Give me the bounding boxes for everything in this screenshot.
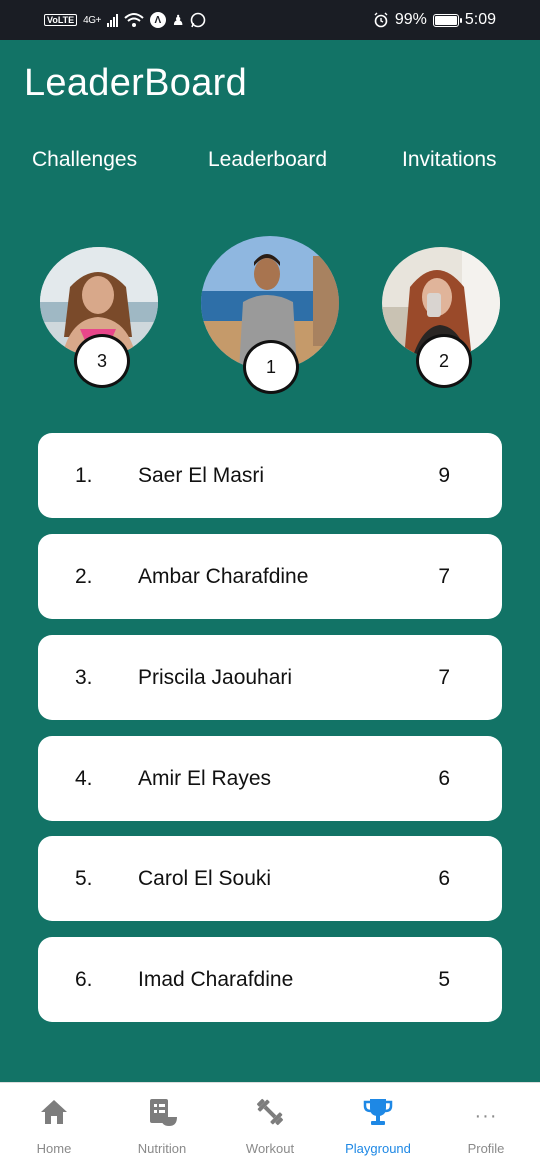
rank-badge-center: 1 <box>243 340 299 394</box>
alarm-icon <box>374 12 388 28</box>
tab-challenges[interactable]: Challenges <box>32 148 137 172</box>
leaderboard-row[interactable]: 2. Ambar Charafdine 7 <box>38 534 502 619</box>
nav-nutrition[interactable]: Nutrition <box>108 1083 216 1156</box>
clock: 5:09 <box>464 11 496 28</box>
row-score: 5 <box>438 967 450 991</box>
status-bar-right: 99% 5:09 <box>373 11 496 29</box>
signal-icon <box>106 13 118 27</box>
battery-percent: 99% <box>394 11 427 28</box>
nav-workout-label: Workout <box>245 1141 295 1156</box>
bottom-nav: Home Nutrition Workout Playground ··· Pr… <box>0 1082 540 1156</box>
dumbbell-icon <box>256 1098 284 1126</box>
row-score: 9 <box>438 463 450 487</box>
row-name: Priscila Jaouhari <box>138 665 293 689</box>
activity-icon: ♟ <box>171 11 185 28</box>
rank-badge-left: 3 <box>74 334 130 388</box>
leaderboard-row[interactable]: 5. Carol El Souki 6 <box>38 836 502 921</box>
more-dots-icon: ··· <box>474 1105 498 1127</box>
row-position: 4. <box>75 766 93 790</box>
row-name: Imad Charafdine <box>138 967 294 991</box>
tab-invitations[interactable]: Invitations <box>402 148 497 172</box>
row-name: Carol El Souki <box>138 866 272 890</box>
row-score: 6 <box>438 866 450 890</box>
home-icon <box>41 1100 67 1124</box>
row-score: 7 <box>438 564 450 588</box>
battery-icon <box>432 13 462 27</box>
leaderboard-row[interactable]: 6. Imad Charafdine 5 <box>38 937 502 1022</box>
row-position: 3. <box>75 665 93 689</box>
nav-playground[interactable]: Playground <box>324 1083 432 1156</box>
status-bar: VoLTE 4G+ Λ ♟ 99% 5:09 <box>0 0 540 40</box>
trophy-icon <box>363 1099 393 1125</box>
rank-badge-right: 2 <box>416 334 472 388</box>
row-score: 7 <box>438 665 450 689</box>
nav-workout[interactable]: Workout <box>216 1083 324 1156</box>
row-position: 5. <box>75 866 93 890</box>
wifi-icon <box>124 13 144 27</box>
status-bar-left: VoLTE 4G+ Λ ♟ <box>44 12 206 29</box>
leaderboard-row[interactable]: 3. Priscila Jaouhari 7 <box>38 635 502 720</box>
leaderboard-row[interactable]: 1. Saer El Masri 9 <box>38 433 502 518</box>
row-name: Saer El Masri <box>138 463 265 487</box>
row-score: 6 <box>438 766 450 790</box>
row-name: Amir El Rayes <box>138 766 272 790</box>
whatsapp-icon <box>191 12 206 28</box>
nav-profile-label: Profile <box>467 1141 505 1156</box>
nutrition-icon <box>150 1099 177 1126</box>
nav-playground-label: Playground <box>345 1141 411 1156</box>
nav-profile[interactable]: ··· Profile <box>432 1083 540 1156</box>
row-position: 6. <box>75 967 93 991</box>
app-a-icon: Λ <box>149 12 166 28</box>
nav-home[interactable]: Home <box>0 1083 108 1156</box>
battery-fill <box>434 15 457 25</box>
page-title: LeaderBoard <box>24 62 248 104</box>
volte-indicator: VoLTE <box>44 14 78 26</box>
network-type: 4G+ <box>83 14 101 26</box>
row-name: Ambar Charafdine <box>138 564 309 588</box>
row-position: 2. <box>75 564 93 588</box>
tab-leaderboard[interactable]: Leaderboard <box>208 148 327 172</box>
nav-home-label: Home <box>36 1141 72 1156</box>
nav-nutrition-label: Nutrition <box>137 1141 187 1156</box>
leaderboard-row[interactable]: 4. Amir El Rayes 6 <box>38 736 502 821</box>
row-position: 1. <box>75 463 93 487</box>
